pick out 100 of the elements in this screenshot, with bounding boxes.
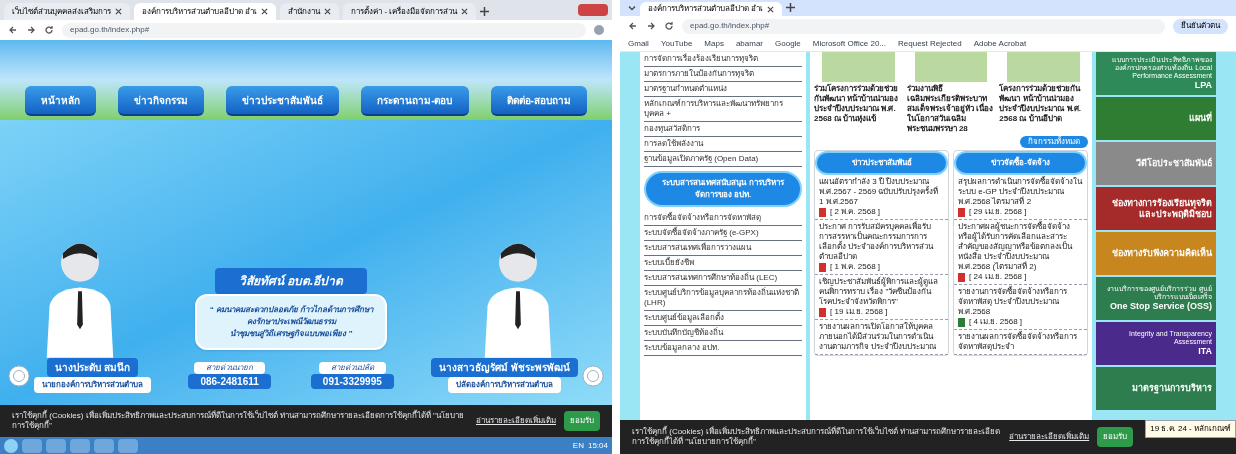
news-header: ข่าวประชาสัมพันธ์ — [815, 151, 948, 175]
all-activities-button[interactable]: กิจกรรมทั้งหมด — [1020, 136, 1088, 148]
sidebar-link[interactable]: มาตรฐานกำหนดตำแหน่ง — [644, 82, 802, 97]
news-link[interactable]: รายงานผลการเปิดโอกาสให้บุคคลภายนอกได้มีส่วนร่วมในการดำเนินงานตามภารกิจ ประจำปีงบประมาณ — [819, 322, 944, 352]
close-icon[interactable] — [261, 8, 269, 15]
banner-link[interactable]: ช่องทางการร้องเรียนทุจริตและประพฤติมิชอบ — [1096, 187, 1216, 230]
tab-title: องค์การบริหารส่วนตำบลอีปาด อำเ — [142, 5, 258, 18]
cookie-policy-link[interactable]: อ่านรายละเอียดเพิ่มเติม — [476, 415, 556, 427]
profile-button[interactable]: ยืนยันตัวตน — [1173, 18, 1228, 34]
reload-icon[interactable] — [664, 21, 674, 31]
browser-tab[interactable]: เว็บไซต์ส่วนบุคคลส่งเสริมการ — [4, 3, 130, 20]
pdf-icon[interactable] — [958, 207, 965, 217]
sidebar-link[interactable]: การลดใช้พลังงาน — [644, 137, 802, 152]
news-link[interactable]: ประกาศผลผู้ชนะการจัดซื้อจัดจ้างหรือผู้ได้รับการคัดเลือกและสาระสำคัญของสัญญาหรือข้อตกลงเป็นหนังสือ ประจำปีงบประมาณ พ.ศ.2568 (ไตรมาสที่ 2) — [958, 222, 1083, 272]
vision-ribbon: วิสัยทัศน์ อบต.อีปาด — [214, 268, 368, 294]
news-date: [ 24 เม.ย. 2568 ] — [969, 272, 1027, 282]
bookmark[interactable]: Google — [775, 37, 801, 50]
vision-line: นำชุมชนสู่วิถีเศรษฐกิจแบบพอเพียง ” — [230, 328, 353, 340]
forward-icon[interactable] — [26, 25, 36, 35]
sidebar-link[interactable]: การจัดการเรื่องร้องเรียนการทุจริต — [644, 52, 802, 67]
news-date: [ 2 พ.ค. 2568 ] — [830, 207, 881, 217]
news-link[interactable]: ประกาศ การรับสมัครบุคคลเพื่อรับการสรรหาเป็นคณะกรรมการการเลือกตั้ง ประจำองค์การบริหารส่วนตำบลอีปาด — [819, 222, 944, 262]
back-icon[interactable] — [628, 21, 638, 31]
forward-icon[interactable] — [646, 21, 656, 31]
tab-title: องค์การบริหารส่วนตำบลอีปาด อำเ — [648, 3, 764, 15]
emblem-icon — [8, 364, 30, 387]
sidebar-link[interactable]: กองทุนสวัสดิการ — [644, 122, 802, 137]
back-icon[interactable] — [8, 25, 18, 35]
cookie-notice: เราใช้คุกกี้ (Cookies) เพื่อเพิ่มประสิทธิภาพและประสบการณ์ที่ดีในการใช้เว็บไซต์ ท่านสามารถศึกษารายละเอียดการใช้คุกกี้ได้ที่ "นโยบายการใช้คุกกี้" — [12, 411, 465, 431]
pdf-icon[interactable] — [958, 272, 965, 282]
news-date: [ 1 พ.ค. 2568 ] — [830, 262, 881, 272]
sidebar-link[interactable]: หลักเกณฑ์การบริหารและพัฒนาทรัพยากรบุคคล + — [644, 97, 802, 122]
news-date: [ 4 เม.ย. 2568 ] — [969, 317, 1023, 327]
browser-tab[interactable]: องค์การบริหารส่วนตำบลอีปาด อำเ — [134, 3, 277, 20]
new-tab-icon[interactable] — [786, 3, 796, 12]
bookmark[interactable]: Request Rejected — [898, 37, 962, 50]
sidebar-link[interactable]: ระบบศูนย์ข้อมูลเลือกตั้ง — [644, 311, 802, 326]
sidebar-link[interactable]: ระบบสารสนเทศเพื่อการวางแผน — [644, 241, 802, 256]
news-link[interactable]: รายงานการจัดซื้อจัดจ้างหรือการจัดหาพัสดุ ประจำปีงบประมาณ พ.ศ.2568 — [958, 287, 1083, 317]
activity-caption[interactable]: โครงการร่วมด้วยช่วยกันพัฒนา หน้าบ้านน่ามอง ประจำปีงบประมาณ พ.ศ. 2568 ณ บ้านอีปาด — [999, 84, 1088, 124]
sidebar-link[interactable]: ระบบศูนย์บริการข้อมูลบุคลากรท้องถิ่นแห่งชาติ (LHR) — [644, 286, 802, 311]
sidebar-link[interactable]: ระบบบันทึกบัญชีท้องถิ่น — [644, 326, 802, 341]
close-icon[interactable] — [324, 8, 332, 15]
name-plate: นางสาวธัญรัศม์ พัชระพรพัฒน์ — [431, 358, 578, 377]
sidebar-link[interactable]: ระบบจัดซื้อจัดจ้างภาครัฐ (e-GPX) — [644, 226, 802, 241]
spreadsheet-icon[interactable] — [958, 317, 965, 327]
browser-tab[interactable]: สำนักงาน — [280, 3, 340, 20]
bookmark[interactable]: Gmail — [628, 37, 649, 50]
sidebar-link[interactable]: มาตรการภายในป้องกันการทุจริต — [644, 67, 802, 82]
start-icon[interactable] — [4, 438, 18, 453]
sidebar-heading: ระบบสารสนเทศสนับสนุน การบริหารจัดการของ อปท. — [644, 171, 802, 207]
news-link[interactable]: แผนอัตรากำลัง 3 ปี ปีงบประมาณ พ.ศ.2567 - 2569 ฉบับปรับปรุงครั้งที่ 1 พ.ศ.2567 — [819, 177, 944, 207]
banner-link[interactable]: มาตรฐานการบริหาร — [1096, 367, 1216, 410]
notification-popup[interactable]: 19 ธ.ค. 24 - หลักเกณฑ์ — [1145, 420, 1236, 438]
accept-button[interactable]: ยอมรับ — [1097, 427, 1134, 447]
profile-icon[interactable] — [594, 25, 604, 35]
sidebar-link[interactable]: การจัดซื้อจัดจ้างหรือการจัดหาพัสดุ — [644, 211, 802, 226]
new-tab-icon[interactable] — [480, 7, 490, 16]
news-link[interactable]: เชิญประชาสัมพันธ์ผู้พิการและผู้ดูแลคนพิการทราบ เรื่อง "วัคซีนป้องกันโรคประจำจังหวัดพิการ" — [819, 277, 944, 307]
phone-number: 091-3329995 — [310, 374, 394, 389]
role-plate: นายกองค์การบริหารส่วนตำบล — [34, 377, 151, 393]
browser-tab[interactable]: การตั้งค่า - เครื่องมือจัดการส่วน — [343, 3, 477, 20]
nav-button[interactable]: ติดต่อ-สอบถาม — [490, 86, 587, 116]
news-link[interactable]: สรุปผลการดำเนินการจัดซื้อจัดจ้างในระบบ e-GP ประจำปีงบประมาณ พ.ศ.2568 ไตรมาสที่ 2 — [958, 177, 1083, 207]
bookmark[interactable]: Microsoft Office 20... — [812, 37, 887, 50]
language-indicator[interactable]: EN — [572, 439, 584, 452]
hotline-label: สายด่วนนายก — [194, 362, 266, 374]
sidebar-link[interactable]: ระบบสารสนเทศการศึกษาท้องถิ่น (LEC) — [644, 271, 802, 286]
sidebar-link[interactable]: ฐานข้อมูลเปิดภาครัฐ (Open Data) — [644, 152, 802, 167]
bookmark[interactable]: abamar — [735, 37, 763, 50]
bookmark[interactable]: Adobe Acrobat — [973, 37, 1027, 50]
nav-button[interactable]: กระดานถาม-ตอบ — [361, 86, 469, 116]
accept-button[interactable]: ยอมรับ — [564, 411, 600, 431]
browser-tab[interactable]: องค์การบริหารส่วนตำบลอีปาด อำเ — [640, 2, 783, 16]
close-icon[interactable] — [461, 8, 469, 15]
bookmark[interactable]: YouTube — [660, 37, 693, 50]
nav-button[interactable]: หน้าหลัก — [25, 86, 97, 116]
sidebar-link[interactable]: ระบบข้อมูลกลาง อปท. — [644, 341, 802, 356]
address-bar[interactable]: epad.go.th/index.php# — [62, 22, 586, 38]
close-icon[interactable] — [115, 8, 122, 15]
news-date: [ 19 เม.ย. 2568 ] — [830, 307, 888, 317]
chevron-down-icon[interactable] — [628, 4, 636, 12]
name-plate: นางประดับ สมนึก — [47, 358, 138, 377]
pdf-icon[interactable] — [819, 307, 826, 317]
nav-button[interactable]: ข่าวกิจกรรม — [118, 86, 205, 116]
emblem-icon — [582, 364, 604, 387]
activity-caption[interactable]: ร่วมงานพิธีเฉลิมพระเกียรติพระบาทสมเด็จพระเจ้าอยู่หัว เนื่องในโอกาสวันเฉลิมพระชนมพรรษา 28 — [906, 84, 996, 134]
pdf-icon[interactable] — [819, 262, 826, 272]
bookmark[interactable]: Maps — [704, 37, 724, 50]
nav-button[interactable]: ข่าวประชาสัมพันธ์ — [226, 86, 340, 116]
cookie-notice: เราใช้คุกกี้ (Cookies) เพื่อเพิ่มประสิทธิภาพและประสบการณ์ที่ดีในการใช้เว็บไซต์ ท่านสามารถศึกษารายละเอียดการใช้คุกกี้ได้ที่ "นโยบายการใช้คุกกี้" — [632, 427, 1001, 447]
close-icon[interactable] — [767, 5, 775, 13]
cookie-policy-link[interactable]: อ่านรายละเอียดเพิ่มเติม — [1009, 431, 1090, 443]
pdf-icon[interactable] — [819, 207, 826, 217]
banner-link[interactable]: แผนที่ — [1096, 97, 1216, 140]
sidebar-link[interactable]: ระบบเบี้ยยังชีพ — [644, 256, 802, 271]
reload-icon[interactable] — [44, 25, 54, 35]
activity-caption[interactable]: ร่วมโครงการร่วมด้วยช่วยกันพัฒนา หน้าบ้านน่ามอง ประจำปีงบประมาณ พ.ศ. 2568 ณ บ้านหุ่งแข้ — [814, 84, 903, 124]
address-bar[interactable]: epad.go.th/index.php# — [682, 18, 1165, 34]
news-link[interactable]: รายงานผลการจัดซื้อจัดจ้างหรือการจัดหาพัสดุประจำ — [958, 332, 1083, 352]
